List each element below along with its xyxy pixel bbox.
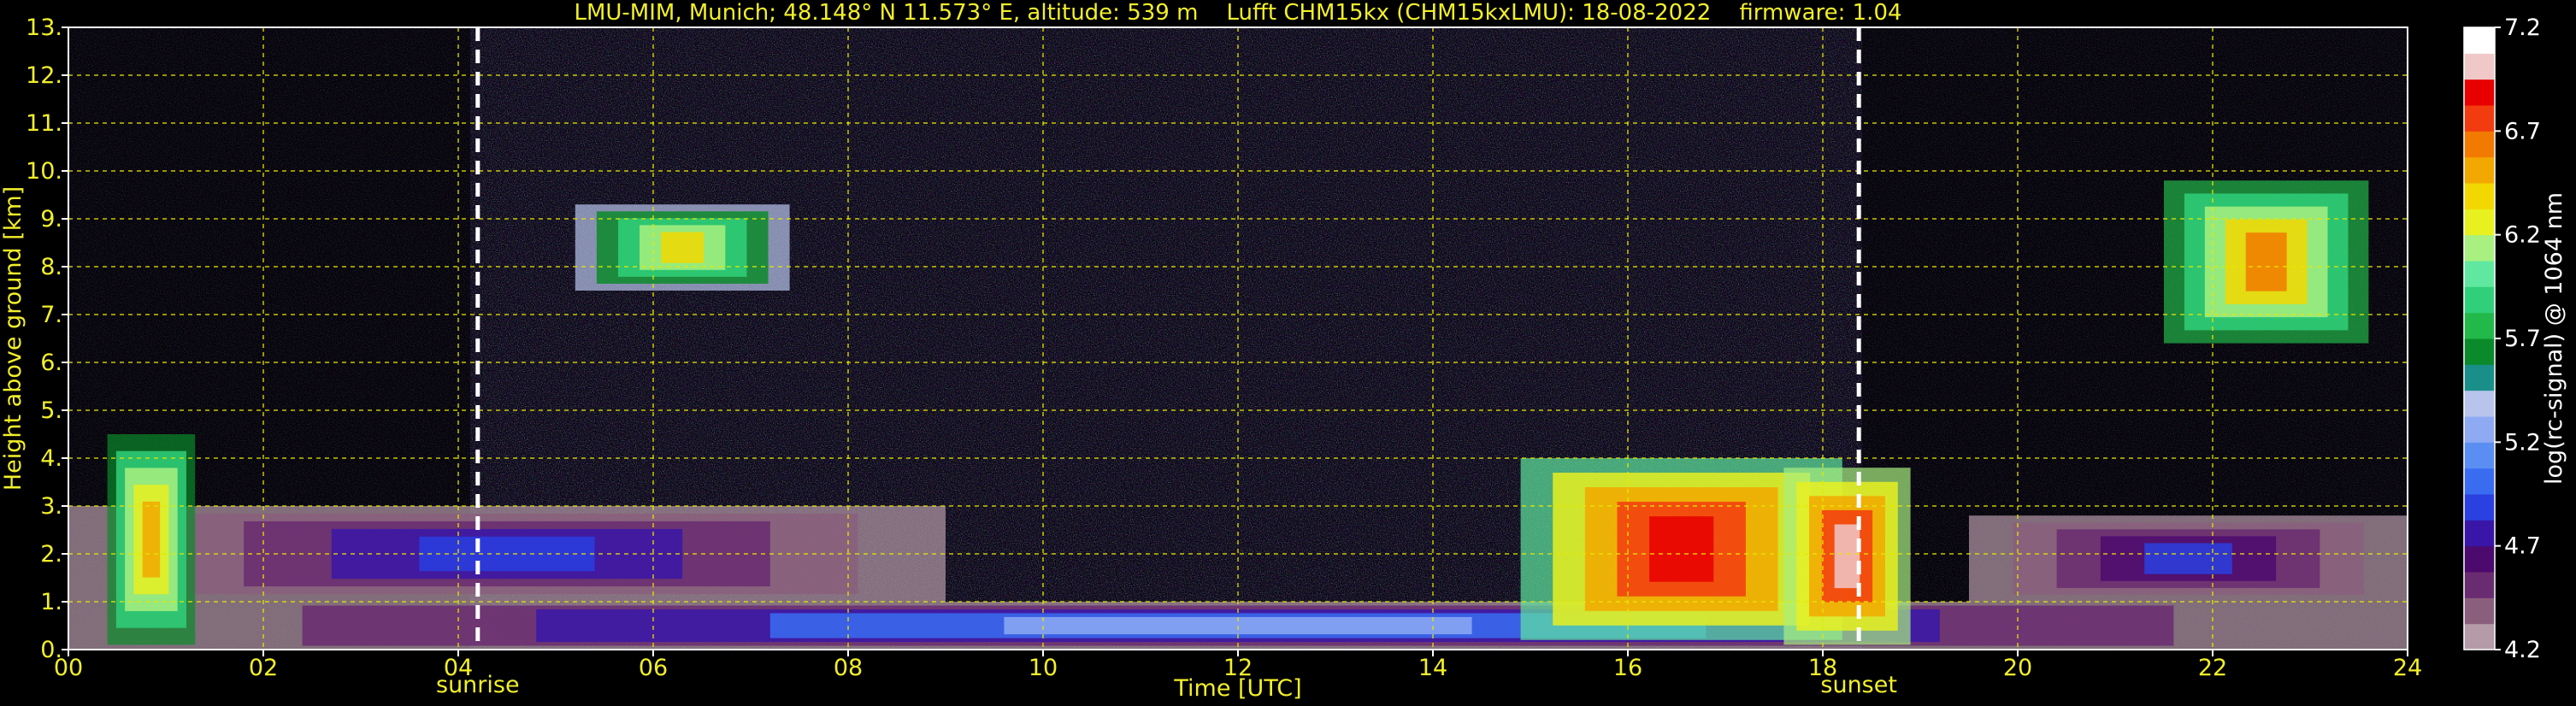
colorbar-swatch	[2464, 27, 2495, 54]
y-tick-label: 11.	[26, 110, 62, 137]
colorbar-label: log(rc-signal) @ 1064 nm	[2541, 192, 2567, 485]
colorbar-swatch	[2464, 338, 2495, 365]
colorbar-swatch	[2464, 442, 2495, 469]
colorbar-swatch	[2464, 468, 2495, 495]
colorbar-tick-label: 6.7	[2504, 118, 2541, 144]
feature-night-aerosol-layer	[1969, 515, 2408, 602]
colorbar-swatch	[2464, 156, 2495, 184]
y-tick-label: 2.	[40, 541, 62, 568]
colorbar-swatch	[2464, 261, 2495, 287]
x-tick-label: 20	[2003, 655, 2032, 681]
colorbar-swatch	[2464, 545, 2495, 573]
x-tick-label: 14	[1418, 655, 1447, 681]
y-tick-label: 3.	[40, 493, 62, 520]
y-tick-label: 0.	[40, 637, 62, 663]
x-tick-label: 24	[2393, 655, 2422, 681]
colorbar-tick-label: 5.2	[2504, 429, 2541, 456]
y-tick-label: 9.	[40, 206, 62, 232]
colorbar-tick-label: 6.2	[2504, 222, 2541, 249]
y-tick-label: 5.	[40, 397, 62, 424]
colorbar-swatch	[2464, 623, 2495, 650]
colorbar-swatch	[2464, 390, 2495, 417]
colorbar-swatch	[2464, 234, 2495, 262]
colorbar-swatch	[2464, 364, 2495, 391]
colorbar-swatch	[2464, 53, 2495, 80]
colorbar-swatch	[2464, 312, 2495, 339]
chart-title: LMU-MIM, Munich; 48.148° N 11.573° E, al…	[574, 0, 1901, 26]
y-tick-label: 4.	[40, 445, 62, 472]
feature-upper-cloud-patches	[575, 204, 790, 291]
colorbar-swatch	[2464, 494, 2495, 521]
feature-late-cirrus	[2164, 180, 2369, 344]
x-tick-label: 18	[1808, 655, 1837, 681]
y-tick-label: 6.	[40, 350, 62, 376]
colorbar-swatch	[2464, 416, 2495, 443]
x-tick-label: 02	[249, 655, 278, 681]
x-tick-label: 22	[2198, 655, 2227, 681]
ceilometer-figure: LMU-MIM, Munich; 48.148° N 11.573° E, al…	[0, 0, 2576, 706]
y-tick-label: 8.	[40, 254, 62, 280]
feature-core	[142, 501, 161, 578]
colorbar-swatch	[2464, 79, 2495, 106]
colorbar-tick-label: 7.2	[2504, 15, 2541, 41]
colorbar-tick-label: 4.7	[2504, 533, 2541, 560]
colorbar-swatch	[2464, 183, 2495, 209]
feature-core	[2144, 543, 2232, 574]
x-tick-label: 08	[834, 655, 863, 681]
feature-core	[661, 232, 704, 263]
colorbar-swatch	[2464, 520, 2495, 547]
feature-early-low-cloud	[107, 434, 196, 645]
y-tick-label: 13.	[26, 15, 62, 41]
x-tick-label: 16	[1613, 655, 1642, 681]
y-axis-label: Height above ground [km]	[0, 186, 27, 491]
y-tick-label: 1.	[40, 589, 62, 615]
colorbar-swatch	[2464, 286, 2495, 314]
x-tick-label: 10	[1029, 655, 1058, 681]
y-tick-label: 10.	[26, 158, 62, 185]
x-axis-label: Time [UTC]	[1173, 675, 1301, 702]
x-tick-label: 04	[444, 655, 473, 681]
colorbar-swatch	[2464, 131, 2495, 158]
y-tick-label: 12.	[26, 62, 62, 89]
x-tick-label: 06	[639, 655, 668, 681]
colorbar-tick-label: 5.7	[2504, 326, 2541, 352]
feature-core	[1834, 524, 1860, 589]
feature-core	[1649, 516, 1714, 582]
feature-core	[2245, 232, 2287, 291]
colorbar-swatch	[2464, 209, 2495, 236]
plot-area	[68, 27, 2408, 650]
colorbar-tick-label: 4.2	[2504, 637, 2541, 663]
y-tick-label: 7.	[40, 302, 62, 328]
colorbar-swatch	[2464, 597, 2495, 625]
feature-evening-cloud	[1783, 468, 1911, 645]
colorbar-swatch	[2464, 572, 2495, 598]
colorbar-swatch	[2464, 105, 2495, 132]
